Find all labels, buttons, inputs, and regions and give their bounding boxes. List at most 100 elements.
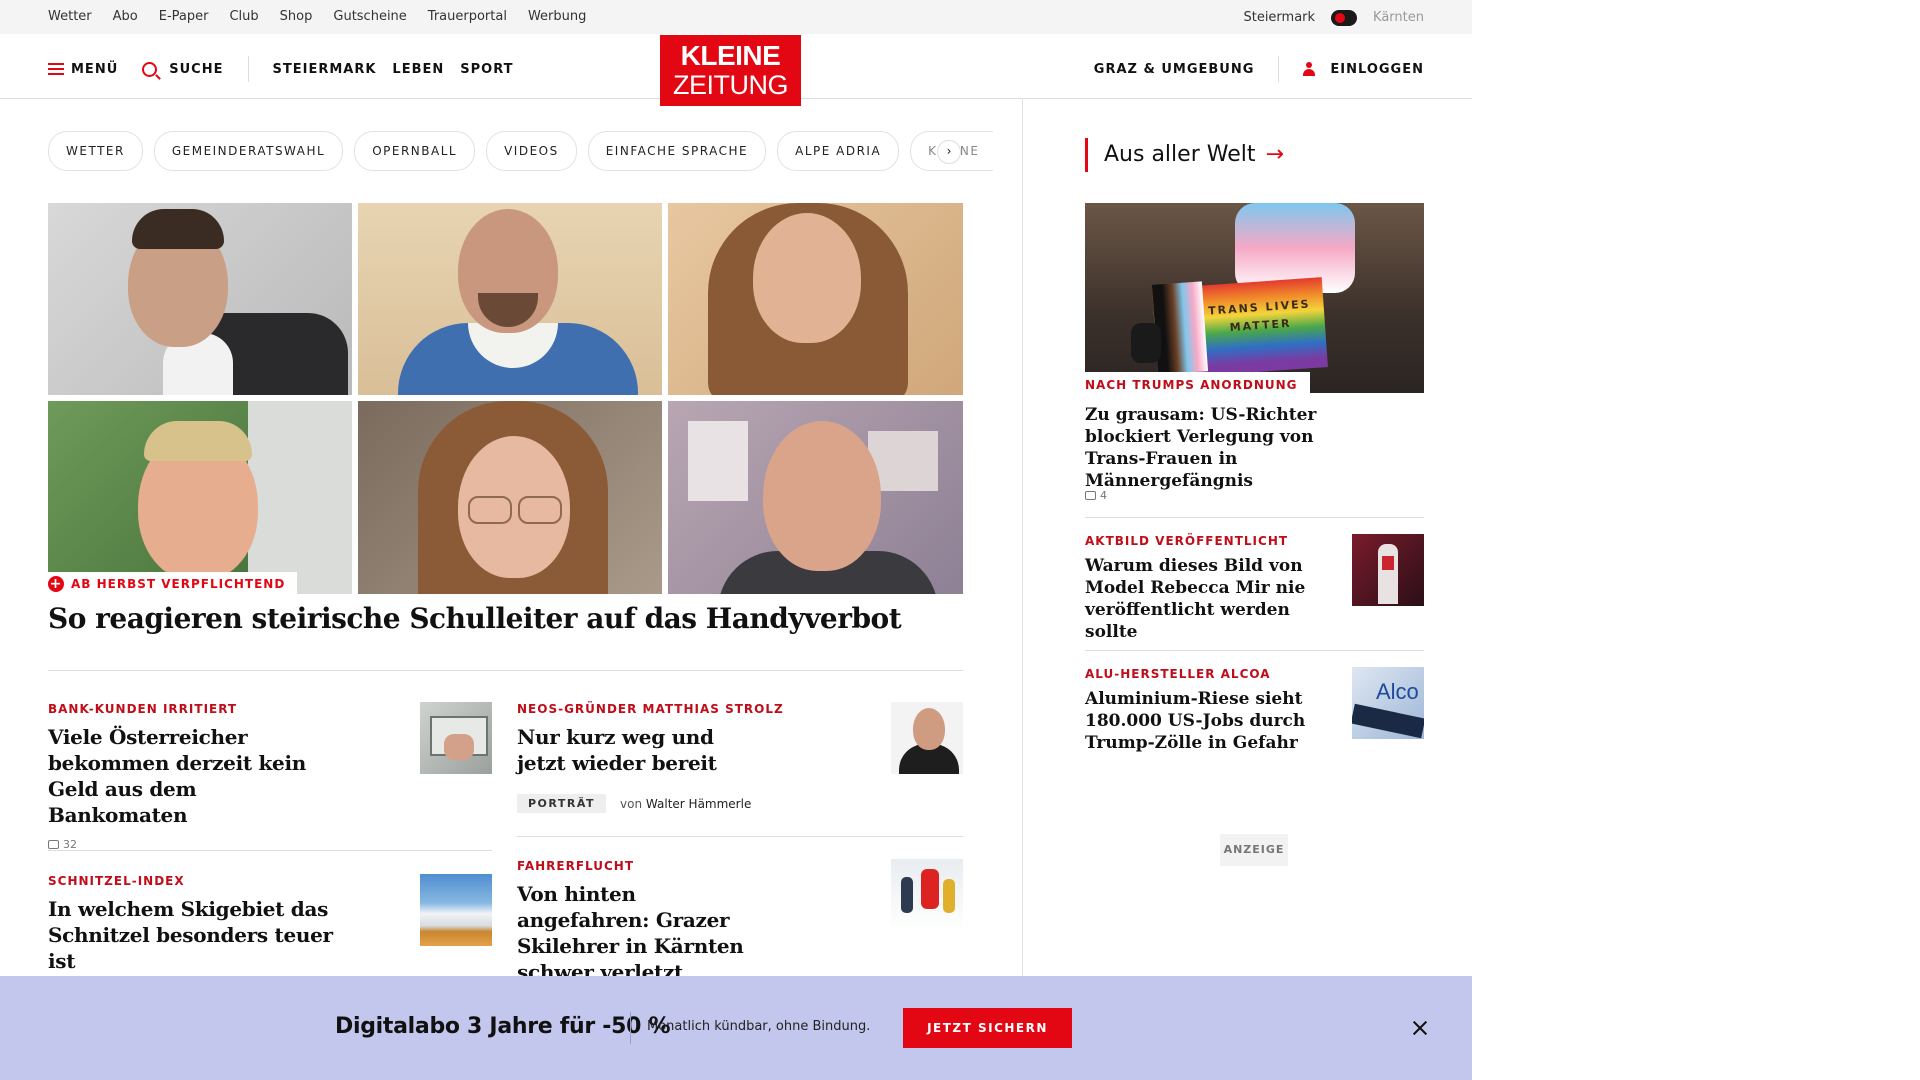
- tag-einfache-sprache[interactable]: EINFACHE SPRACHE: [587, 131, 767, 171]
- thumb-strolz[interactable]: [891, 702, 963, 774]
- hero-kicker-text: AB HERBST VERPFLICHTEND: [71, 577, 286, 591]
- column-divider: [1022, 98, 1023, 976]
- sidebar-kicker: NACH TRUMPS ANORDNUNG: [1085, 378, 1298, 392]
- article-strolz[interactable]: NEOS-GRÜNDER MATTHIAS STROLZ Nur kurz we…: [517, 702, 817, 813]
- util-link-club[interactable]: Club: [229, 9, 258, 24]
- thumb-bankomat[interactable]: [420, 702, 492, 774]
- hero-image-grid[interactable]: [48, 203, 963, 594]
- section-aus-aller-welt[interactable]: Aus aller Welt →: [1085, 138, 1284, 172]
- tag-alpe-adria[interactable]: ALPE ADRIA: [777, 131, 900, 171]
- header-right: GRAZ & UMGEBUNG EINLOGGEN: [1094, 56, 1424, 82]
- subscribe-button[interactable]: JETZT SICHERN: [903, 1008, 1072, 1048]
- util-link-abo[interactable]: Abo: [113, 9, 138, 24]
- sidebar-title[interactable]: Aluminium-Riese sieht 180.000 US-Jobs du…: [1085, 688, 1330, 754]
- topic-tags: WETTER GEMEINDERATSWAHL OPERNBALL VIDEOS…: [48, 131, 994, 171]
- empty-viewport-area: [1472, 0, 1920, 1080]
- toggle-knob: [1335, 13, 1346, 23]
- arrow-right-icon: →: [1265, 142, 1284, 167]
- article-title[interactable]: Nur kurz weg und jetzt wieder bereit: [517, 724, 737, 776]
- header-divider-right: [1278, 56, 1280, 82]
- byline: von Walter Hämmerle: [620, 796, 752, 811]
- sidebar-divider: [1085, 517, 1424, 518]
- kleine-zeitung-logo[interactable]: KLEINE ZEITUNG: [660, 35, 801, 106]
- header-divider: [247, 56, 249, 82]
- hamburger-icon: [48, 63, 64, 75]
- article-kicker: FAHRERFLUCHT: [517, 859, 635, 873]
- user-icon: [1303, 62, 1316, 76]
- util-link-shop[interactable]: Shop: [280, 9, 313, 24]
- close-icon[interactable]: [1408, 1016, 1432, 1040]
- section-title: Aus aller Welt: [1104, 142, 1256, 167]
- login-button[interactable]: EINLOGGEN: [1303, 62, 1424, 77]
- page: Wetter Abo E-Paper Club Shop Gutscheine …: [0, 0, 1472, 1080]
- util-link-gutscheine[interactable]: Gutscheine: [333, 9, 406, 24]
- category-nav: STEIERMARK LEBEN SPORT: [273, 62, 514, 77]
- thumb-skilehrer[interactable]: [891, 859, 963, 931]
- comment-icon: [1085, 491, 1096, 500]
- article-meta: PORTRÄT von Walter Hämmerle: [517, 794, 817, 813]
- region-link[interactable]: GRAZ & UMGEBUNG: [1094, 62, 1255, 77]
- util-link-epaper[interactable]: E-Paper: [159, 9, 209, 24]
- sidebar-kicker-box: NACH TRUMPS ANORDNUNG: [1085, 372, 1310, 396]
- sidebar-article-alcoa[interactable]: ALU-HERSTELLER ALCOA Aluminium-Riese sie…: [1085, 667, 1330, 754]
- banner-divider: [630, 1012, 631, 1044]
- article-title[interactable]: In welchem Skigebiet das Schnitzel beson…: [48, 896, 348, 974]
- sidebar-title[interactable]: Warum dieses Bild von Model Rebecca Mir …: [1085, 555, 1330, 643]
- region-steiermark[interactable]: Steiermark: [1243, 10, 1315, 25]
- utility-bar: Wetter Abo E-Paper Club Shop Gutscheine …: [0, 0, 1472, 34]
- region-kaernten[interactable]: Kärnten: [1373, 10, 1424, 25]
- sidebar-kicker: ALU-HERSTELLER ALCOA: [1085, 667, 1271, 681]
- sidebar-title-trans[interactable]: Zu grausam: US-Richter blockiert Verlegu…: [1085, 404, 1360, 492]
- comment-count[interactable]: 4: [1085, 489, 1107, 502]
- sidebar-image-sign-text: TRANS LIVES MATTER: [1207, 297, 1311, 335]
- photo-principal-6: [668, 401, 963, 594]
- tag-videos[interactable]: VIDEOS: [486, 131, 577, 171]
- menu-button[interactable]: MENÜ: [48, 62, 118, 77]
- author-link[interactable]: Walter Hämmerle: [646, 797, 751, 811]
- hero-headline[interactable]: So reagieren steirische Schulleiter auf …: [48, 602, 902, 635]
- thumb-alcoa[interactable]: Alco: [1352, 667, 1424, 739]
- thumb-alcoa-text: Alco: [1376, 679, 1419, 704]
- thumb-rebecca-mir[interactable]: [1352, 534, 1424, 606]
- util-link-trauerportal[interactable]: Trauerportal: [428, 9, 507, 24]
- tag-wetter[interactable]: WETTER: [48, 131, 143, 171]
- util-link-werbung[interactable]: Werbung: [528, 9, 586, 24]
- search-label: SUCHE: [169, 61, 224, 77]
- photo-principal-3: [668, 203, 963, 395]
- photo-principal-1: [48, 203, 352, 395]
- search-button[interactable]: SUCHE: [142, 61, 224, 77]
- main-header: MENÜ SUCHE STEIERMARK LEBEN SPORT KLEINE…: [0, 34, 1472, 106]
- article-title[interactable]: Von hinten angefahren: Grazer Skilehrer …: [517, 881, 767, 985]
- util-link-wetter[interactable]: Wetter: [48, 9, 92, 24]
- region-toggle[interactable]: [1331, 10, 1358, 26]
- tag-opernball[interactable]: OPERNBALL: [354, 131, 476, 171]
- banner-headline: Digitalabo 3 Jahre für -50 %: [335, 1014, 671, 1039]
- photo-principal-2: [358, 203, 662, 395]
- ad-label: ANZEIGE: [1220, 834, 1288, 866]
- hero-kicker: + AB HERBST VERPFLICHTEND: [48, 572, 298, 596]
- sidebar-kicker: AKTBILD VERÖFFENTLICHT: [1085, 534, 1289, 548]
- banner-subline: Monatlich kündbar, ohne Bindung.: [647, 1019, 871, 1034]
- article-kicker: BANK-KUNDEN IRRITIERT: [48, 702, 238, 716]
- tag-gemeinderatswahl[interactable]: GEMEINDERATSWAHL: [153, 131, 344, 171]
- photo-principal-5: [358, 401, 662, 594]
- region-switch: Steiermark Kärnten: [1243, 9, 1424, 26]
- portrait-badge: PORTRÄT: [517, 794, 607, 813]
- plus-icon: +: [48, 576, 64, 592]
- nav-leben[interactable]: LEBEN: [392, 62, 444, 77]
- tags-next-chevron-icon[interactable]: ›: [937, 140, 961, 164]
- thumb-schnitzel[interactable]: [420, 874, 492, 946]
- article-bankomat[interactable]: BANK-KUNDEN IRRITIERT Viele Österreicher…: [48, 702, 338, 851]
- nav-steiermark[interactable]: STEIERMARK: [273, 62, 377, 77]
- article-title[interactable]: Viele Österreicher bekommen derzeit kein…: [48, 724, 338, 828]
- article-kicker: SCHNITZEL-INDEX: [48, 874, 185, 888]
- sidebar-divider: [1085, 650, 1424, 651]
- article-divider: [48, 850, 492, 851]
- header-left: MENÜ SUCHE STEIERMARK LEBEN SPORT: [48, 56, 514, 82]
- sidebar-image-protest[interactable]: TRANS LIVES MATTER: [1085, 203, 1424, 393]
- menu-label: MENÜ: [71, 61, 119, 77]
- sidebar-article-mir[interactable]: AKTBILD VERÖFFENTLICHT Warum dieses Bild…: [1085, 534, 1330, 643]
- nav-sport[interactable]: SPORT: [460, 62, 513, 77]
- section-divider: [48, 670, 963, 671]
- article-skilehrer[interactable]: FAHRERFLUCHT Von hinten angefahren: Graz…: [517, 859, 817, 985]
